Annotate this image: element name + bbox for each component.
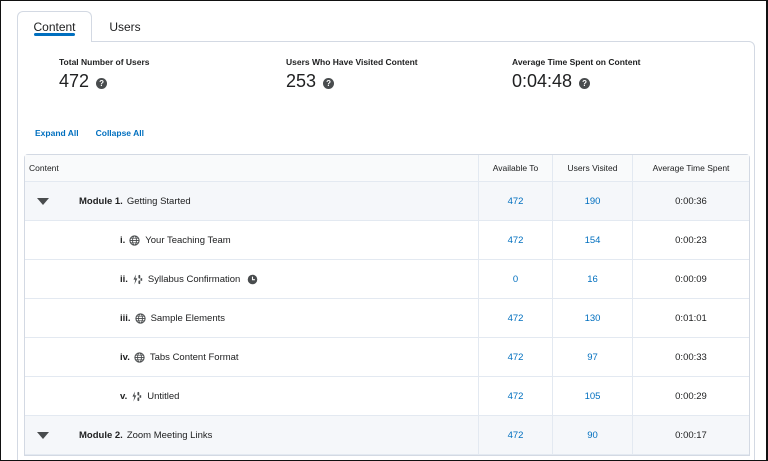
available-to-link[interactable]: 472 <box>478 221 552 259</box>
plugin-icon <box>131 390 142 402</box>
topic-title[interactable]: Tabs Content Format <box>150 352 239 363</box>
topic-row: iv. Tabs Content Format 472 97 0:00:33 <box>25 338 749 377</box>
stat-users-visited: Users Who Have Visited Content 253 ? <box>286 57 418 92</box>
average-time-value: 0:00:29 <box>632 377 749 415</box>
available-to-link[interactable]: 472 <box>478 299 552 337</box>
topic-number: i. <box>120 234 126 246</box>
expand-collapse-links: Expand All Collapse All <box>35 128 144 138</box>
window-frame: Content Users Total Number of Users 472 … <box>0 0 768 461</box>
topic-number: iv. <box>120 351 130 363</box>
content-table: Content Available To Users Visited Avera… <box>24 154 750 456</box>
topic-row: v. Untitled 472 105 0:00:29 <box>25 377 749 416</box>
available-to-link[interactable]: 472 <box>478 338 552 376</box>
content-cell: iv. Tabs Content Format <box>25 338 478 376</box>
globe-icon <box>134 312 146 324</box>
content-cell: Module 2. Zoom Meeting Links <box>25 416 478 454</box>
stat-total-users: Total Number of Users 472 ? <box>59 57 150 92</box>
header-available-to: Available To <box>478 155 552 181</box>
tab-label: Users <box>109 19 141 34</box>
available-to-link[interactable]: 472 <box>478 182 552 220</box>
caret-down-icon[interactable] <box>37 197 49 205</box>
average-time-value: 0:00:36 <box>632 182 749 220</box>
users-visited-link[interactable]: 90 <box>552 416 632 454</box>
users-visited-link[interactable]: 130 <box>552 299 632 337</box>
topic-number: ii. <box>120 273 128 285</box>
stat-value: 472 <box>59 71 90 91</box>
available-to-link[interactable]: 0 <box>478 260 552 298</box>
topic-number: v. <box>120 390 128 402</box>
users-visited-link[interactable]: 190 <box>552 182 632 220</box>
topic-title[interactable]: Syllabus Confirmation <box>148 274 240 285</box>
header-content: Content <box>29 163 59 173</box>
available-to-link[interactable]: 472 <box>478 377 552 415</box>
users-visited-link[interactable]: 97 <box>552 338 632 376</box>
stat-label: Users Who Have Visited Content <box>286 57 418 67</box>
content-cell: iii. Sample Elements <box>25 299 478 337</box>
topic-row: ii. Syllabus Confirmation 0 16 0:00:09 <box>25 260 749 299</box>
stat-value-row: 0:04:48 ? <box>512 71 640 92</box>
available-to-link[interactable]: 472 <box>478 416 552 454</box>
stat-value: 0:04:48 <box>512 71 573 91</box>
module-title[interactable]: Zoom Meeting Links <box>127 430 213 441</box>
average-time-value: 0:00:23 <box>632 221 749 259</box>
collapse-all-link[interactable]: Collapse All <box>96 128 144 138</box>
topic-title[interactable]: Untitled <box>147 391 179 402</box>
average-time-value: 0:00:09 <box>632 260 749 298</box>
stat-value-row: 472 ? <box>59 71 150 92</box>
topic-number: iii. <box>120 312 131 324</box>
average-time-value: 0:01:01 <box>632 299 749 337</box>
globe-icon <box>129 234 140 246</box>
globe-icon <box>134 351 145 363</box>
module-number: Module 1. <box>79 195 123 207</box>
users-visited-link[interactable]: 154 <box>552 221 632 259</box>
topic-title[interactable]: Sample Elements <box>151 313 225 324</box>
expand-all-link[interactable]: Expand All <box>35 128 79 138</box>
stat-label: Average Time Spent on Content <box>512 57 641 67</box>
topic-row: iii. Sample Elements 472 130 0:01:01 <box>25 299 749 338</box>
active-tab-indicator <box>34 33 75 36</box>
tab-bar: Content Users <box>17 11 158 42</box>
content-cell: Module 1. Getting Started <box>25 182 478 220</box>
average-time-value: 0:00:17 <box>632 416 749 454</box>
tab-users[interactable]: Users <box>92 11 158 42</box>
caret-down-icon[interactable] <box>37 431 49 439</box>
module-title[interactable]: Getting Started <box>127 196 191 207</box>
users-visited-link[interactable]: 16 <box>552 260 632 298</box>
users-visited-link[interactable]: 105 <box>552 377 632 415</box>
table-body: Module 1. Getting Started 472 190 0:00:3… <box>25 182 749 455</box>
help-icon[interactable]: ? <box>323 78 335 89</box>
content-cell: i. Your Teaching Team <box>25 221 478 259</box>
plugin-icon <box>132 273 143 285</box>
content-panel: Total Number of Users 472 ? Users Who Ha… <box>17 41 755 460</box>
module-row: Module 2. Zoom Meeting Links 472 90 0:00… <box>25 416 749 455</box>
stat-label: Total Number of Users <box>59 57 150 67</box>
topic-row: i. Your Teaching Team 472 154 0:00:23 <box>25 221 749 260</box>
stat-value-row: 253 ? <box>286 71 418 92</box>
content-cell: v. Untitled <box>25 377 478 415</box>
header-users-visited: Users Visited <box>552 155 632 181</box>
module-number: Module 2. <box>79 429 123 441</box>
clock-icon[interactable] <box>247 274 258 285</box>
tab-content[interactable]: Content <box>17 11 92 42</box>
stat-value: 253 <box>286 71 317 91</box>
table-header: Content Available To Users Visited Avera… <box>25 155 749 182</box>
average-time-value: 0:00:33 <box>632 338 749 376</box>
stat-average-time: Average Time Spent on Content 0:04:48 ? <box>512 57 640 92</box>
header-average-time: Average Time Spent <box>632 155 749 181</box>
module-row: Module 1. Getting Started 472 190 0:00:3… <box>25 182 749 221</box>
content-cell: ii. Syllabus Confirmation <box>25 260 478 298</box>
help-icon[interactable]: ? <box>96 78 108 89</box>
topic-title[interactable]: Your Teaching Team <box>145 235 230 246</box>
tab-label: Content <box>33 20 76 34</box>
help-icon[interactable]: ? <box>579 78 591 89</box>
